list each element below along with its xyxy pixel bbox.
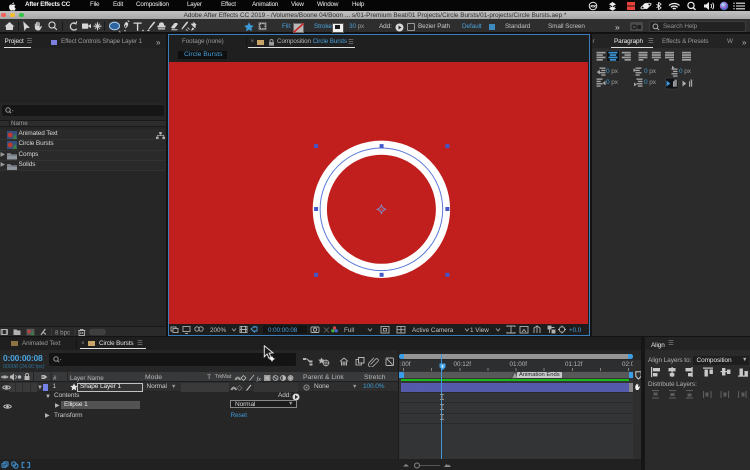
svg-text:Active Camera: Active Camera bbox=[412, 326, 454, 333]
svg-text:#: # bbox=[53, 375, 57, 382]
svg-text:8 bpc: 8 bpc bbox=[55, 329, 70, 336]
svg-text:Full: Full bbox=[344, 326, 354, 333]
svg-text:+0.0: +0.0 bbox=[569, 326, 582, 333]
svg-text:1 View: 1 View bbox=[470, 326, 489, 333]
svg-text:200%: 200% bbox=[210, 327, 227, 334]
svg-text:0:00:00:08: 0:00:00:08 bbox=[268, 326, 298, 333]
svg-text:Layer Name: Layer Name bbox=[70, 375, 104, 382]
svg-text:fx: fx bbox=[257, 376, 262, 382]
